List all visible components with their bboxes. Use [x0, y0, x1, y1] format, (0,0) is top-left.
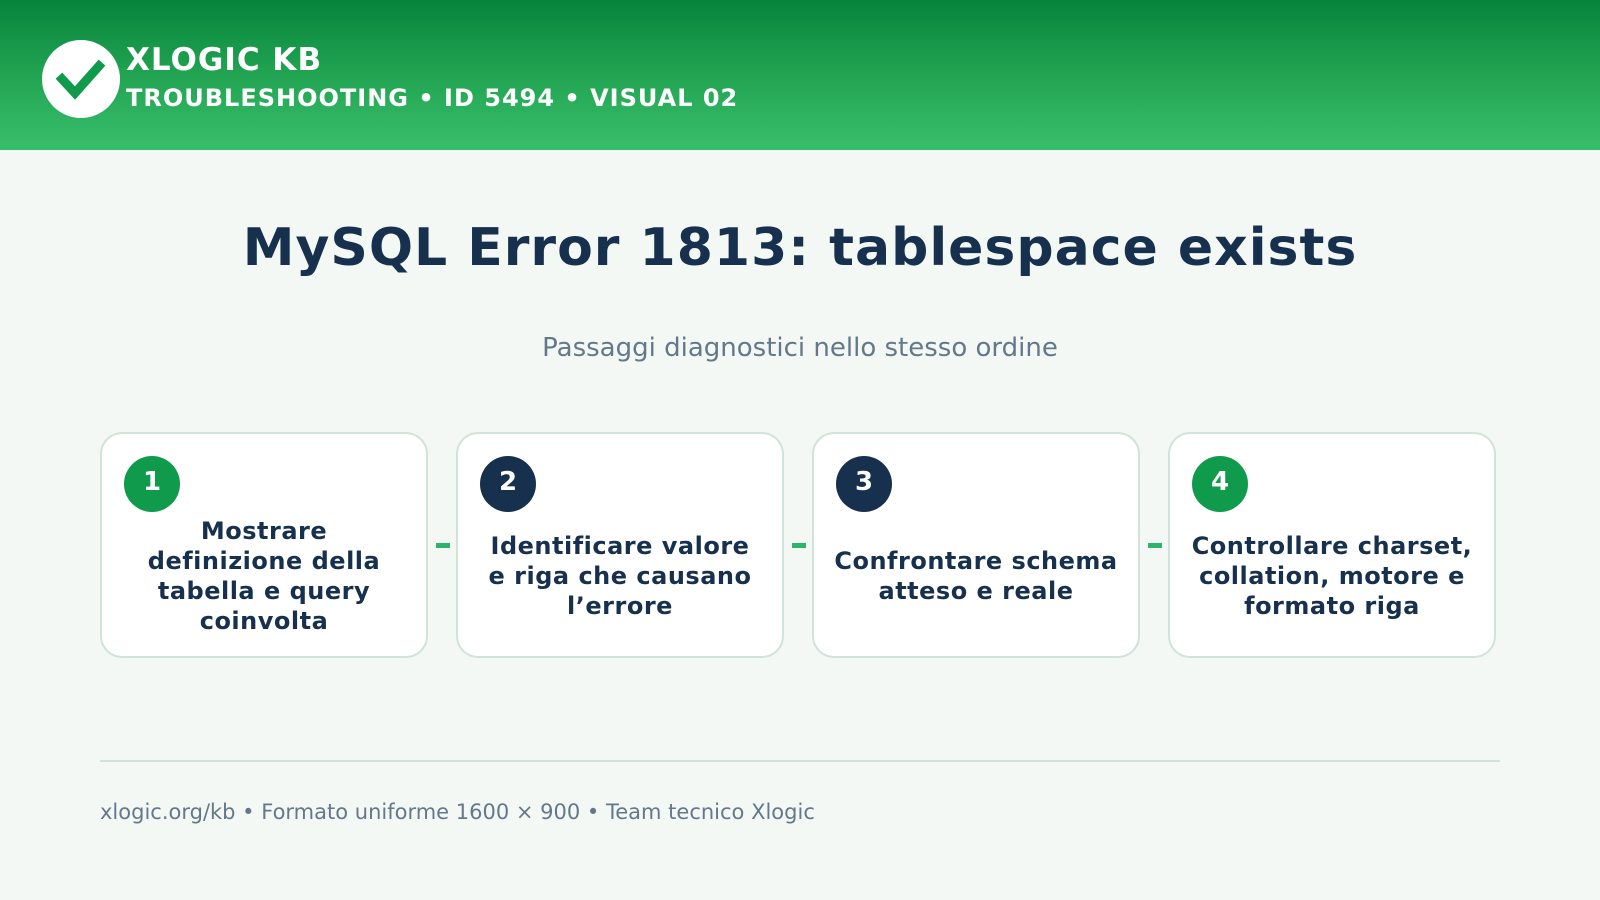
- step-number-badge: 3: [836, 456, 892, 512]
- step-card-1: 1 Mostrare definizione della tabella e q…: [100, 432, 428, 658]
- step-text: Mostrare definizione della tabella e que…: [147, 517, 381, 635]
- brand-title: XLOGIC KB: [126, 42, 323, 78]
- logo: [42, 40, 120, 118]
- step-connector: [792, 543, 806, 548]
- check-icon: [55, 59, 106, 100]
- page-subtitle: Passaggi diagnostici nello stesso ordine: [542, 333, 1058, 363]
- step-text: Controllare charset, collation, motore e…: [1191, 532, 1473, 620]
- step-card-2: 2 Identificare valore e riga che causano…: [456, 432, 784, 658]
- step-text: Identificare valore e riga che causano l…: [488, 532, 752, 620]
- header-banner: XLOGIC KB TROUBLESHOOTING • ID 5494 • VI…: [0, 0, 1600, 150]
- step-connector: [1148, 543, 1162, 548]
- brand-subtitle: TROUBLESHOOTING • ID 5494 • VISUAL 02: [126, 84, 739, 112]
- step-number-badge: 2: [480, 456, 536, 512]
- step-connector: [436, 543, 450, 548]
- footer-text: xlogic.org/kb • Formato uniforme 1600 × …: [100, 800, 815, 824]
- footer-divider: [100, 760, 1500, 762]
- step-card-3: 3 Confrontare schema atteso e reale: [812, 432, 1140, 658]
- step-text: Confrontare schema atteso e reale: [834, 547, 1118, 605]
- page-title: MySQL Error 1813: tablespace exists: [242, 218, 1358, 278]
- step-number-badge: 1: [124, 456, 180, 512]
- step-card-4: 4 Controllare charset, collation, motore…: [1168, 432, 1496, 658]
- step-number-badge: 4: [1192, 456, 1248, 512]
